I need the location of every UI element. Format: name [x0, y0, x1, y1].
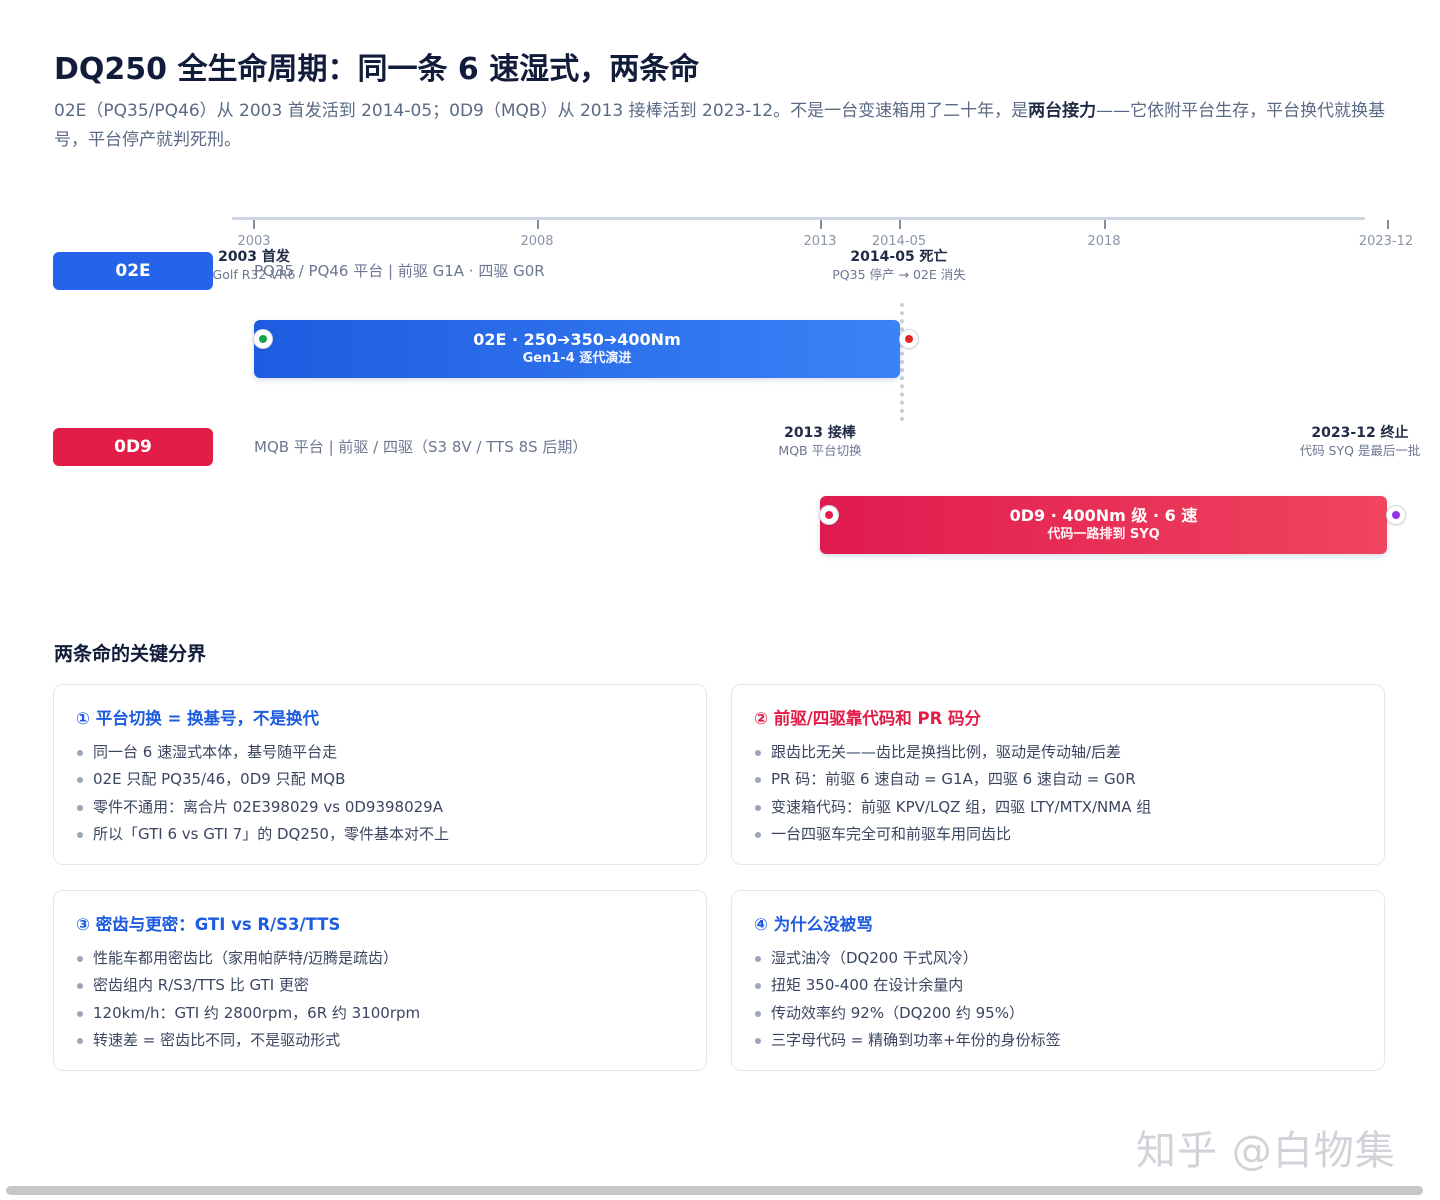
axis-tick-label: 2018 — [1087, 234, 1121, 249]
subtitle-text-1: 02E（PQ35/PQ46）从 2003 首发活到 2014-05；0D9（MQ… — [54, 101, 1029, 121]
list-item: 零件不通用：离合片 02E398029 vs 0D9398029A — [76, 794, 684, 821]
axis-tick — [1387, 220, 1389, 229]
list-item: 一台四驱车完全可和前驱车用同齿比 — [754, 821, 1362, 848]
lifespan-bar-02e: 02E · 250➔350➔400Nm Gen1-4 逐代演进 — [254, 320, 900, 378]
axis-tick — [899, 220, 901, 229]
milestone-title: 2023-12 终止 — [1311, 425, 1409, 441]
card-title: ③ 密齿与更密：GTI vs R/S3/TTS — [76, 915, 341, 934]
info-card: ① 平台切换 = 换基号，不是换代 同一台 6 速湿式本体，基号随平台走 02E… — [53, 684, 707, 865]
list-item: 跟齿比无关——齿比是换挡比例，驱动是传动轴/后差 — [754, 739, 1362, 766]
milestone-02e-start: 2003 首发 Golf R32 VR6 — [213, 249, 296, 283]
milestone-sub: PQ35 停产 → 02E 消失 — [832, 267, 966, 282]
page-subtitle: 02E（PQ35/PQ46）从 2003 首发活到 2014-05；0D9（MQ… — [54, 97, 1394, 155]
card-title: ② 前驱/四驱靠代码和 PR 码分 — [754, 709, 982, 728]
bar-subtitle: 代码一路排到 SYQ — [1047, 527, 1160, 542]
track-desc-02e: PQ35 / PQ46 平台 | 前驱 G1A · 四驱 G0R — [254, 262, 545, 280]
card-list: 同一台 6 速湿式本体，基号随平台走 02E 只配 PQ35/46，0D9 只配… — [76, 739, 684, 849]
list-item: 性能车都用密齿比（家用帕萨特/迈腾是疏齿） — [76, 945, 684, 972]
milestone-title: 2003 首发 — [218, 249, 290, 265]
end-dot-icon — [1387, 506, 1405, 524]
list-item: 120km/h：GTI 约 2800rpm，6R 约 3100rpm — [76, 1000, 684, 1027]
list-item: 转速差 = 密齿比不同，不是驱动形式 — [76, 1027, 684, 1054]
milestone-title: 2014-05 死亡 — [850, 249, 948, 265]
section-title: 两条命的关键分界 — [54, 643, 207, 665]
timeline-axis — [232, 217, 1365, 220]
start-dot-icon — [820, 506, 838, 524]
axis-tick-label: 2008 — [520, 234, 554, 249]
list-item: PR 码：前驱 6 速自动 = G1A，四驱 6 速自动 = G0R — [754, 766, 1362, 793]
watermark: 知乎 @白物集 — [1136, 1128, 1396, 1174]
milestone-sub: 代码 SYQ 是最后一批 — [1299, 443, 1421, 458]
card-title: ④ 为什么没被骂 — [754, 915, 873, 934]
axis-tick-label: 2023-12 — [1358, 234, 1414, 249]
list-item: 变速箱代码：前驱 KPV/LQZ 组，四驱 LTY/MTX/NMA 组 — [754, 794, 1362, 821]
card-list: 湿式油冷（DQ200 干式风冷） 扭矩 350-400 在设计余量内 传动效率约… — [754, 945, 1362, 1055]
subtitle-emphasis: 两台接力 — [1028, 101, 1097, 121]
card-list: 跟齿比无关——齿比是换挡比例，驱动是传动轴/后差 PR 码：前驱 6 速自动 =… — [754, 739, 1362, 849]
milestone-title: 2013 接棒 — [784, 425, 856, 441]
bar-title: 02E · 250➔350➔400Nm — [473, 330, 681, 349]
milestone-sub: MQB 平台切换 — [778, 443, 862, 458]
info-card: ④ 为什么没被骂 湿式油冷（DQ200 干式风冷） 扭矩 350-400 在设计… — [731, 890, 1385, 1071]
list-item: 02E 只配 PQ35/46，0D9 只配 MQB — [76, 766, 684, 793]
axis-tick-label: 2014-05 — [871, 234, 927, 249]
info-card: ② 前驱/四驱靠代码和 PR 码分 跟齿比无关——齿比是换挡比例，驱动是传动轴/… — [731, 684, 1385, 865]
info-card: ③ 密齿与更密：GTI vs R/S3/TTS 性能车都用密齿比（家用帕萨特/迈… — [53, 890, 707, 1071]
handover-divider — [900, 303, 904, 421]
track-chip-0d9: 0D9 — [53, 428, 213, 466]
milestone-0d9-start: 2013 接棒 MQB 平台切换 — [778, 425, 861, 459]
lifespan-bar-0d9: 0D9 · 400Nm 级 · 6 速 代码一路排到 SYQ — [820, 496, 1387, 554]
axis-tick — [1104, 220, 1106, 229]
end-dot-icon — [900, 330, 918, 348]
list-item: 所以「GTI 6 vs GTI 7」的 DQ250，零件基本对不上 — [76, 821, 684, 848]
card-list: 性能车都用密齿比（家用帕萨特/迈腾是疏齿） 密齿组内 R/S3/TTS 比 GT… — [76, 945, 684, 1055]
milestone-0d9-end: 2023-12 终止 代码 SYQ 是最后一批 — [1300, 425, 1421, 459]
list-item: 密齿组内 R/S3/TTS 比 GTI 更密 — [76, 972, 684, 999]
list-item: 同一台 6 速湿式本体，基号随平台走 — [76, 739, 684, 766]
bar-subtitle: Gen1-4 逐代演进 — [522, 351, 632, 366]
milestone-sub: Golf R32 VR6 — [212, 267, 296, 282]
start-dot-icon — [254, 330, 272, 348]
axis-tick — [820, 220, 822, 229]
track-desc-0d9: MQB 平台 | 前驱 / 四驱（S3 8V / TTS 8S 后期） — [254, 438, 588, 456]
axis-tick-label: 2013 — [803, 234, 837, 249]
horizontal-scrollbar[interactable] — [6, 1186, 1423, 1195]
list-item: 三字母代码 = 精确到功率+年份的身份标签 — [754, 1027, 1362, 1054]
list-item: 传动效率约 92%（DQ200 约 95%） — [754, 1000, 1362, 1027]
axis-tick — [253, 220, 255, 229]
list-item: 湿式油冷（DQ200 干式风冷） — [754, 945, 1362, 972]
page-title: DQ250 全生命周期：同一条 6 速湿式，两条命 — [54, 52, 700, 87]
axis-tick — [537, 220, 539, 229]
card-title: ① 平台切换 = 换基号，不是换代 — [76, 709, 320, 728]
track-chip-02e: 02E — [53, 252, 213, 290]
bar-title: 0D9 · 400Nm 级 · 6 速 — [1009, 506, 1198, 525]
milestone-02e-end: 2014-05 死亡 PQ35 停产 → 02E 消失 — [832, 249, 965, 283]
axis-tick-label: 2003 — [237, 234, 271, 249]
list-item: 扭矩 350-400 在设计余量内 — [754, 972, 1362, 999]
